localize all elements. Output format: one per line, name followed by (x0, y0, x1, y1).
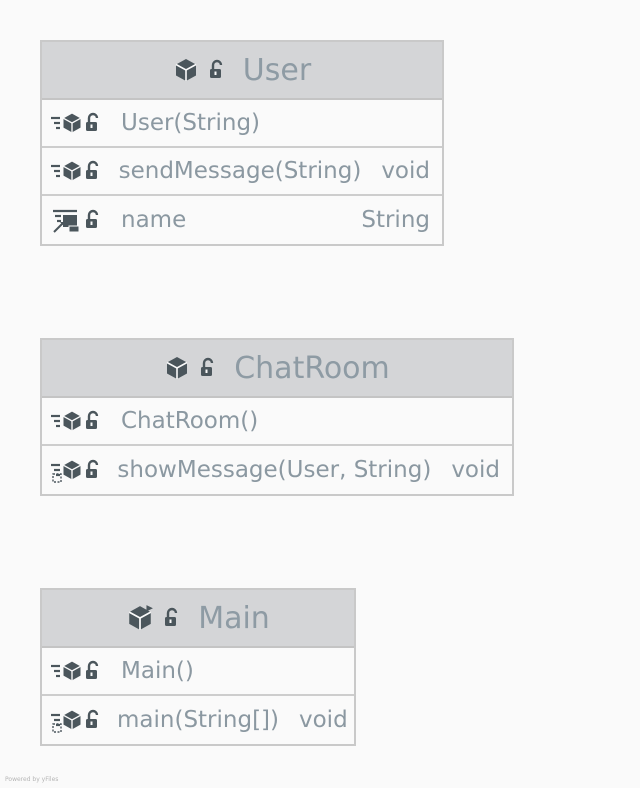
unlock-icon (83, 709, 105, 731)
member-row[interactable]: name String (42, 196, 442, 244)
unlock-icon (83, 660, 109, 682)
member-label: name (121, 207, 187, 233)
class-chatroom[interactable]: ChatRoom ChatRoom() showMessage(User, St… (40, 338, 514, 496)
unlock-icon (162, 607, 184, 629)
class-name: ChatRoom (234, 350, 390, 386)
member-row[interactable]: Main() (42, 648, 354, 696)
unlock-icon (207, 59, 229, 81)
class-name: Main (198, 600, 270, 636)
class-name: User (242, 52, 312, 88)
member-type: void (381, 158, 430, 184)
member-label: showMessage(User, String) (117, 457, 432, 483)
static-method-icon (51, 457, 83, 483)
member-row[interactable]: sendMessage(String) void (42, 148, 442, 196)
member-type: String (361, 207, 430, 233)
class-header[interactable]: User (42, 42, 442, 100)
main-class-cube-icon (126, 604, 154, 632)
class-header[interactable]: ChatRoom (42, 340, 512, 398)
method-icon (51, 409, 83, 433)
member-row[interactable]: User(String) (42, 100, 442, 148)
method-icon (51, 111, 83, 135)
member-label: Main() (121, 658, 194, 684)
powered-by-footer: Powered by yFiles (5, 776, 59, 783)
unlock-icon (83, 160, 107, 182)
field-icon (51, 207, 83, 233)
member-label: sendMessage(String) (118, 158, 362, 184)
unlock-icon (83, 459, 105, 481)
member-row[interactable]: main(String[]) void (42, 696, 354, 744)
class-user[interactable]: User User(String) sendMessage(String) vo… (40, 40, 444, 246)
member-label: User(String) (121, 110, 261, 136)
member-type: void (451, 457, 500, 483)
member-row[interactable]: ChatRoom() (42, 398, 512, 446)
unlock-icon (198, 357, 220, 379)
class-cube-icon (173, 57, 199, 83)
unlock-icon (83, 209, 109, 231)
method-icon (51, 159, 83, 183)
member-type: void (299, 707, 348, 733)
method-icon (51, 659, 83, 683)
member-label: main(String[]) (117, 707, 279, 733)
static-method-icon (51, 707, 83, 733)
member-label: ChatRoom() (121, 408, 259, 434)
unlock-icon (83, 410, 109, 432)
unlock-icon (83, 112, 109, 134)
member-row[interactable]: showMessage(User, String) void (42, 446, 512, 494)
class-header[interactable]: Main (42, 590, 354, 648)
class-cube-icon (164, 355, 190, 381)
class-main[interactable]: Main Main() main(String[]) void (40, 588, 356, 746)
